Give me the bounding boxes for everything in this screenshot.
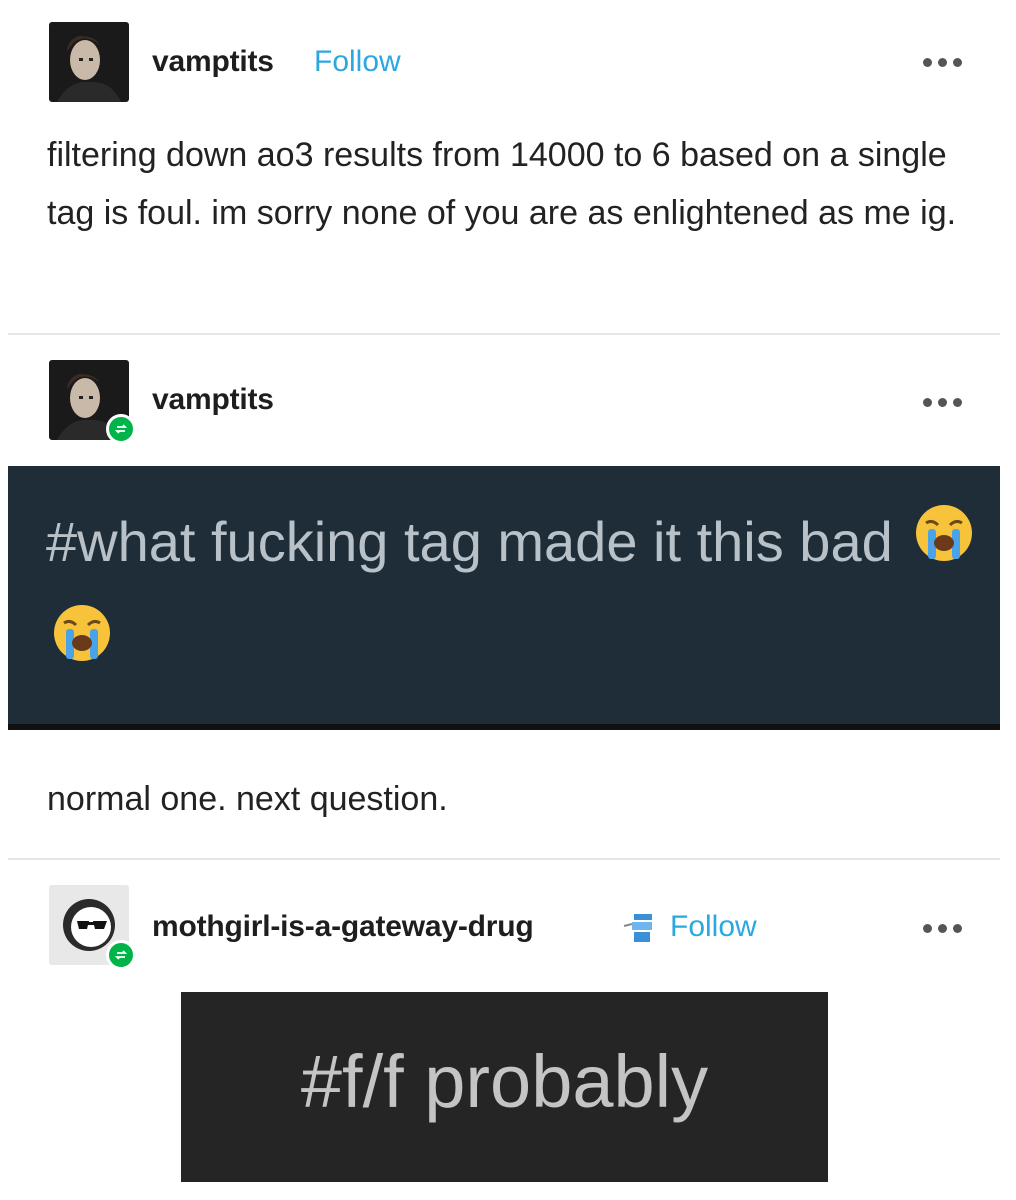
reblog-icon xyxy=(106,940,136,970)
follow-button[interactable]: Follow xyxy=(314,45,401,79)
post-username[interactable]: vamptits xyxy=(152,45,274,79)
post-body: filtering down ao3 results from 14000 to… xyxy=(47,136,957,232)
more-dots-icon[interactable] xyxy=(923,398,962,407)
divider xyxy=(8,858,1000,860)
reblog-reply: normal one. next question. xyxy=(47,780,448,818)
blue-figure-icon xyxy=(622,910,660,953)
divider xyxy=(8,333,1000,335)
avatar[interactable] xyxy=(49,22,129,102)
tag-text: #what fucking tag made it this bad xyxy=(46,494,986,694)
reblog-username[interactable]: mothgirl-is-a-gateway-drug xyxy=(152,910,534,944)
tag-screenshot: #f/f probably xyxy=(181,992,828,1182)
more-dots-icon[interactable] xyxy=(923,58,962,67)
loudly-crying-face-emoji xyxy=(912,498,976,594)
reblog-icon xyxy=(106,414,136,444)
more-dots-icon[interactable] xyxy=(923,924,962,933)
loudly-crying-face-emoji xyxy=(50,598,114,694)
reblog-username[interactable]: vamptits xyxy=(152,383,274,417)
tag-screenshot: #what fucking tag made it this bad xyxy=(8,466,1000,730)
follow-button[interactable]: Follow xyxy=(670,910,757,944)
tag-text: #f/f probably xyxy=(300,1040,709,1123)
